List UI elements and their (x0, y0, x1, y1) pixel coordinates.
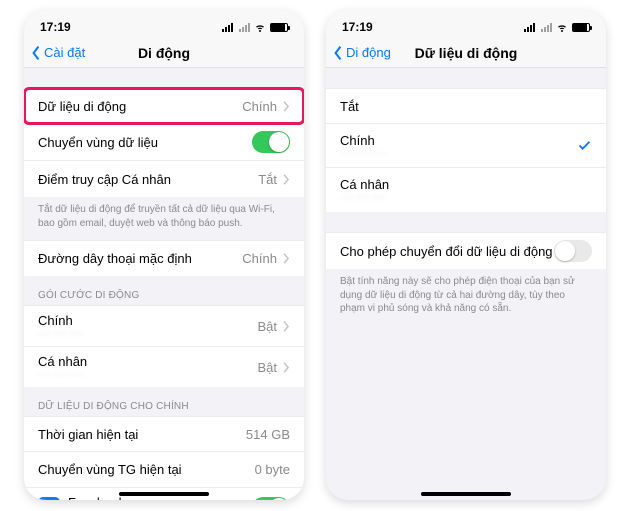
home-indicator[interactable] (119, 492, 209, 496)
row-current-period: Thời gian hiện tại 514 GB (24, 416, 304, 452)
back-label: Di động (346, 45, 391, 60)
row-label: Cho phép chuyển đổi dữ liệu di động (340, 244, 553, 259)
plan-number-blurred: ···· ···· ···· (340, 192, 389, 203)
status-bar: 17:19 (326, 10, 606, 38)
signal-icon (524, 23, 535, 32)
toggle-allow-switching[interactable] (554, 240, 592, 262)
chevron-left-icon (30, 45, 42, 61)
toggle-app-facebook[interactable] (252, 497, 290, 501)
settings-list[interactable]: Dữ liệu di động Chính Chuyển vùng dữ liệ… (24, 68, 304, 500)
chevron-left-icon (332, 45, 344, 61)
status-time: 17:19 (342, 20, 373, 34)
chevron-right-icon (283, 174, 290, 185)
row-value: Bật (257, 319, 277, 334)
row-label: Chính (38, 313, 84, 328)
row-label: Tắt (340, 99, 359, 114)
nav-title: Di động (138, 45, 190, 61)
nav-bar: Di động Dữ liệu di động (326, 38, 606, 68)
row-label: Chính (340, 133, 386, 148)
status-indicators (524, 21, 590, 33)
back-button[interactable]: Di động (332, 38, 391, 67)
back-button[interactable]: Cài đặt (30, 38, 85, 67)
back-label: Cài đặt (44, 45, 85, 60)
row-plan-primary[interactable]: Chính ···· ···· ···· Bật (24, 305, 304, 347)
row-value: 0 byte (255, 462, 290, 477)
row-allow-switching[interactable]: Cho phép chuyển đổi dữ liệu di động (326, 232, 606, 269)
signal-icon-2 (239, 23, 250, 32)
signal-icon-2 (541, 23, 552, 32)
row-label: Đường dây thoại mặc định (38, 251, 192, 266)
footer-note: Bật tính năng này sẽ cho phép điện thoại… (326, 269, 606, 326)
row-label: Dữ liệu di động (38, 99, 126, 114)
phone-right: 17:19 Di động Dữ liệu di động Tắt Ch (326, 10, 606, 500)
section-header-plans: GÓI CƯỚC DI ĐỘNG (24, 276, 304, 305)
row-personal-hotspot[interactable]: Điểm truy cập Cá nhân Tắt (24, 161, 304, 197)
nav-bar: Cài đặt Di động (24, 38, 304, 68)
row-option-personal[interactable]: Cá nhân ···· ···· ···· (326, 168, 606, 212)
status-time: 17:19 (40, 20, 71, 34)
home-indicator[interactable] (421, 492, 511, 496)
nav-title: Dữ liệu di động (415, 45, 518, 61)
row-value: Tắt (258, 172, 277, 187)
settings-list[interactable]: Tắt Chính ···· ···· ···· Cá nhân ···· ··… (326, 68, 606, 500)
row-value: Chính (242, 251, 277, 266)
toggle-roaming[interactable] (252, 131, 290, 153)
wifi-icon (254, 21, 266, 33)
row-roaming-period: Chuyển vùng TG hiện tại 0 byte (24, 452, 304, 488)
section-header-data-usage: DỮ LIỆU DI ĐỘNG CHO CHÍNH (24, 387, 304, 416)
chevron-right-icon (283, 321, 290, 332)
checkmark-icon (577, 138, 592, 153)
row-value: Chính (242, 99, 277, 114)
battery-icon (270, 23, 288, 32)
row-data-roaming[interactable]: Chuyển vùng dữ liệu (24, 124, 304, 161)
phone-left: 17:19 Cài đặt Di động Dữ liệu di động Ch… (24, 10, 304, 500)
signal-icon (222, 23, 233, 32)
facebook-icon: f (38, 497, 60, 501)
row-cellular-data[interactable]: Dữ liệu di động Chính (24, 88, 304, 124)
plan-number-blurred: ···· ···· ···· (340, 148, 386, 159)
row-plan-personal[interactable]: Cá nhân ···· ···· ···· Bật (24, 347, 304, 387)
plan-number-blurred: ···· ···· ···· (38, 328, 84, 339)
row-label: Chuyển vùng dữ liệu (38, 135, 158, 150)
status-bar: 17:19 (24, 10, 304, 38)
row-label: Điểm truy cập Cá nhân (38, 172, 171, 187)
row-label: Thời gian hiện tại (38, 427, 138, 442)
battery-icon (572, 23, 590, 32)
row-value: Bật (257, 360, 277, 375)
row-option-off[interactable]: Tắt (326, 88, 606, 124)
app-name: Facebook (68, 495, 125, 500)
row-option-primary[interactable]: Chính ···· ···· ···· (326, 124, 606, 168)
chevron-right-icon (283, 362, 290, 373)
status-indicators (222, 21, 288, 33)
footer-note: Tắt dữ liệu di động để truyền tất cả dữ … (24, 197, 304, 240)
row-value: 514 GB (246, 427, 290, 442)
wifi-icon (556, 21, 568, 33)
row-label: Cá nhân (38, 354, 87, 369)
row-label: Cá nhân (340, 177, 389, 192)
plan-number-blurred: ···· ···· ···· (38, 369, 87, 380)
row-default-voice[interactable]: Đường dây thoại mặc định Chính (24, 240, 304, 276)
chevron-right-icon (283, 253, 290, 264)
row-label: Chuyển vùng TG hiện tại (38, 462, 182, 477)
chevron-right-icon (283, 101, 290, 112)
